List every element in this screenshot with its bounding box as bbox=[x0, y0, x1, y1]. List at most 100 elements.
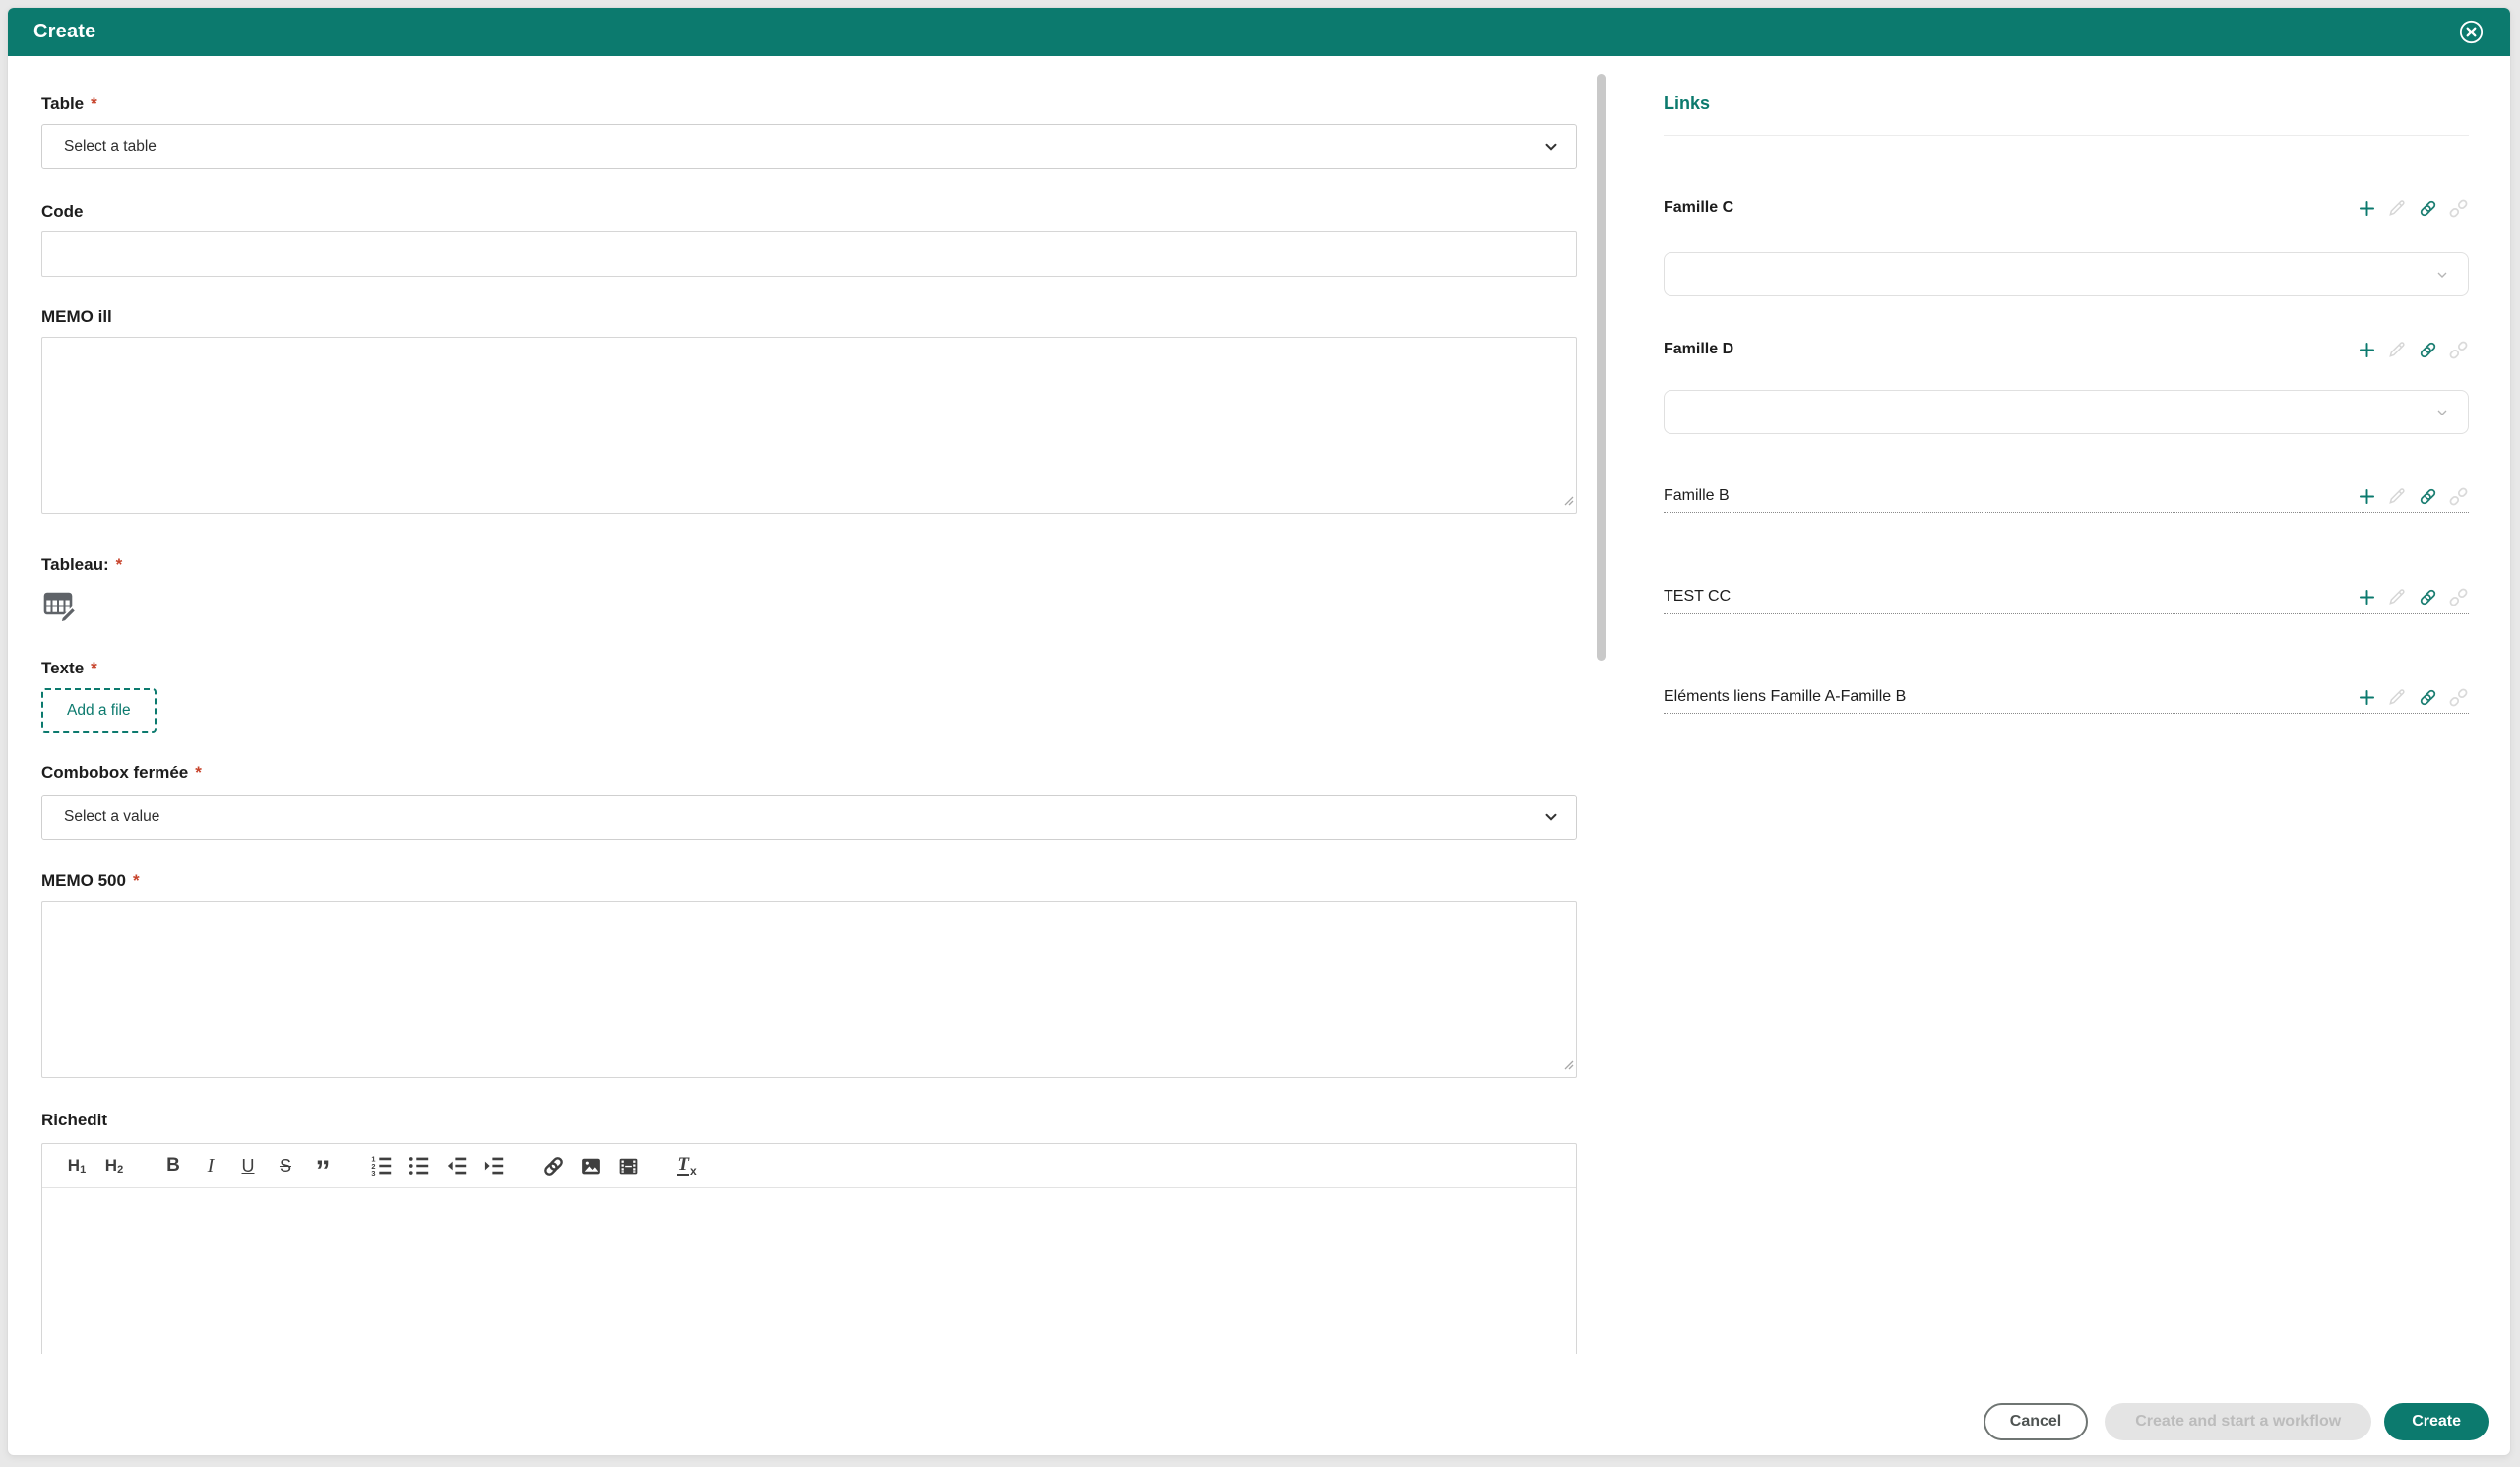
link-link-button[interactable] bbox=[2417, 339, 2438, 360]
edit-link-button[interactable] bbox=[2386, 197, 2408, 219]
link-group-famille-b: Famille B bbox=[1664, 483, 2469, 513]
required-asterisk: * bbox=[132, 871, 140, 890]
edit-icon bbox=[2387, 687, 2407, 707]
unlink-link-button[interactable] bbox=[2447, 197, 2469, 219]
add-icon bbox=[2357, 687, 2377, 708]
ordered-list-icon: 123 bbox=[369, 1153, 395, 1179]
add-link-button[interactable] bbox=[2356, 586, 2377, 607]
insert-media-button[interactable] bbox=[611, 1148, 645, 1183]
heading-1-button[interactable]: H1 bbox=[60, 1148, 94, 1183]
edit-link-button[interactable] bbox=[2386, 339, 2408, 360]
links-divider bbox=[1664, 135, 2469, 136]
add-icon bbox=[2357, 198, 2377, 219]
chevron-down-icon bbox=[2434, 267, 2450, 283]
unlink-link-button[interactable] bbox=[2447, 586, 2469, 607]
field-label-tableau: Tableau: * bbox=[41, 555, 123, 574]
link-group-famille-c: Famille C bbox=[1664, 195, 2469, 296]
unlink-icon bbox=[2448, 486, 2469, 507]
create-dialog: Create Table * Select a table Code MEMO … bbox=[8, 8, 2510, 1455]
link-icon bbox=[2418, 587, 2438, 607]
field-label-memo-500: MEMO 500 * bbox=[41, 871, 140, 890]
insert-link-button[interactable] bbox=[536, 1148, 570, 1183]
table-edit-icon bbox=[41, 587, 79, 624]
add-icon bbox=[2357, 587, 2377, 607]
cancel-button[interactable]: Cancel bbox=[1983, 1403, 2089, 1440]
increase-indent-icon bbox=[481, 1153, 507, 1179]
ordered-list-button[interactable]: 123 bbox=[365, 1148, 399, 1183]
unlink-link-button[interactable] bbox=[2447, 686, 2469, 708]
bold-button[interactable]: B bbox=[157, 1148, 190, 1183]
unlink-icon bbox=[2448, 687, 2469, 708]
table-select[interactable]: Select a table bbox=[41, 124, 1577, 169]
field-label-texte: Texte * bbox=[41, 659, 97, 677]
form-pane: Table * Select a table Code MEMO ill Tab… bbox=[8, 56, 1595, 1354]
decrease-indent-button[interactable] bbox=[440, 1148, 473, 1183]
link-group-underline bbox=[1664, 713, 2469, 714]
insert-image-button[interactable] bbox=[574, 1148, 607, 1183]
field-label-table: Table * bbox=[41, 95, 97, 113]
unlink-link-button[interactable] bbox=[2447, 485, 2469, 507]
dialog-title: Create bbox=[33, 21, 96, 42]
vertical-scrollbar-thumb[interactable] bbox=[1597, 74, 1606, 661]
add-link-button[interactable] bbox=[2356, 686, 2377, 708]
link-group-label: Eléments liens Famille A-Famille B bbox=[1664, 688, 1907, 705]
edit-icon bbox=[2387, 587, 2407, 606]
edit-link-button[interactable] bbox=[2386, 586, 2408, 607]
add-link-button[interactable] bbox=[2356, 339, 2377, 360]
resize-handle-icon[interactable] bbox=[1562, 1057, 1574, 1075]
richedit-editor: H1 H2 B I U S ” 123 T x bbox=[41, 1143, 1577, 1354]
required-asterisk: * bbox=[115, 555, 123, 574]
add-link-button[interactable] bbox=[2356, 485, 2377, 507]
link-link-button[interactable] bbox=[2417, 686, 2438, 708]
chevron-down-icon bbox=[2434, 405, 2450, 420]
italic-button[interactable]: I bbox=[194, 1148, 227, 1183]
link-group-elements-liens: Eléments liens Famille A-Famille B bbox=[1664, 684, 2469, 714]
combobox-select[interactable]: Select a value bbox=[41, 795, 1577, 840]
link-group-test-cc: TEST CC bbox=[1664, 584, 2469, 614]
unordered-list-button[interactable] bbox=[403, 1148, 436, 1183]
close-button[interactable] bbox=[2457, 19, 2485, 46]
code-input[interactable] bbox=[41, 231, 1577, 277]
field-label-memo-ill: MEMO ill bbox=[41, 307, 112, 326]
resize-handle-icon[interactable] bbox=[1562, 493, 1574, 511]
add-file-button[interactable]: Add a file bbox=[41, 688, 157, 733]
increase-indent-button[interactable] bbox=[477, 1148, 511, 1183]
dialog-footer: Cancel Create and start a workflow Creat… bbox=[1983, 1403, 2488, 1440]
underline-button[interactable]: U bbox=[231, 1148, 265, 1183]
heading-2-button[interactable]: H2 bbox=[97, 1148, 131, 1183]
famille-d-dropdown[interactable] bbox=[1664, 390, 2469, 434]
link-group-famille-d: Famille D bbox=[1664, 337, 2469, 434]
unlink-link-button[interactable] bbox=[2447, 339, 2469, 360]
memo-500-textarea[interactable] bbox=[41, 901, 1577, 1078]
richedit-toolbar: H1 H2 B I U S ” 123 T x bbox=[42, 1144, 1576, 1188]
media-icon bbox=[616, 1154, 641, 1179]
link-group-underline bbox=[1664, 512, 2469, 513]
edit-icon bbox=[2387, 486, 2407, 506]
add-link-button[interactable] bbox=[2356, 197, 2377, 219]
add-icon bbox=[2357, 486, 2377, 507]
link-icon bbox=[541, 1154, 566, 1179]
link-link-button[interactable] bbox=[2417, 485, 2438, 507]
famille-c-dropdown[interactable] bbox=[1664, 252, 2469, 296]
memo-ill-textarea[interactable] bbox=[41, 337, 1577, 514]
richedit-content-area[interactable] bbox=[42, 1188, 1576, 1354]
create-button[interactable]: Create bbox=[2384, 1403, 2488, 1440]
edit-link-button[interactable] bbox=[2386, 485, 2408, 507]
edit-icon bbox=[2387, 198, 2407, 218]
tableau-edit-button[interactable] bbox=[41, 587, 79, 624]
links-panel: Links Famille C Famille D Famille B TEST… bbox=[1664, 56, 2469, 714]
link-link-button[interactable] bbox=[2417, 586, 2438, 607]
create-and-start-workflow-button[interactable]: Create and start a workflow bbox=[2105, 1403, 2372, 1440]
link-group-label: Famille B bbox=[1664, 487, 1730, 504]
strikethrough-button[interactable]: S bbox=[269, 1148, 302, 1183]
edit-link-button[interactable] bbox=[2386, 686, 2408, 708]
link-group-underline bbox=[1664, 613, 2469, 614]
link-group-label: Famille C bbox=[1664, 199, 1734, 216]
link-group-label: Famille D bbox=[1664, 341, 1734, 357]
link-link-button[interactable] bbox=[2417, 197, 2438, 219]
blockquote-button[interactable]: ” bbox=[306, 1148, 340, 1186]
unlink-icon bbox=[2448, 587, 2469, 607]
remove-format-button[interactable]: Tx bbox=[670, 1148, 704, 1183]
field-label-code: Code bbox=[41, 202, 84, 221]
link-icon bbox=[2418, 340, 2438, 360]
